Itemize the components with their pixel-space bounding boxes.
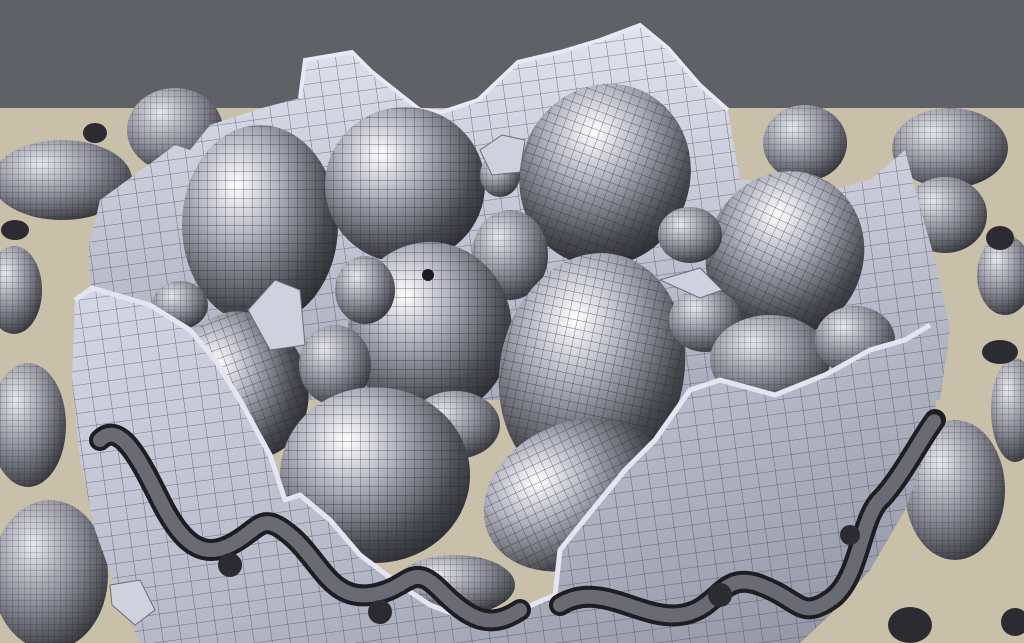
pebble-1 [83,123,107,143]
rope-bead-4 [840,525,860,545]
pebble-3 [986,226,1014,250]
pebble-5 [888,607,932,643]
egg-2 [325,107,485,263]
pebble-2 [1,220,29,240]
rope-bead-3 [708,583,732,607]
egg-basket-render [0,0,1024,643]
egg-bg-6 [763,105,847,181]
pebble-4 [982,340,1018,364]
egg-17 [335,256,395,324]
egg-6 [658,207,722,263]
rope-bead-2 [368,600,392,624]
rope-bead-1 [218,553,242,577]
render-viewport [0,0,1024,643]
